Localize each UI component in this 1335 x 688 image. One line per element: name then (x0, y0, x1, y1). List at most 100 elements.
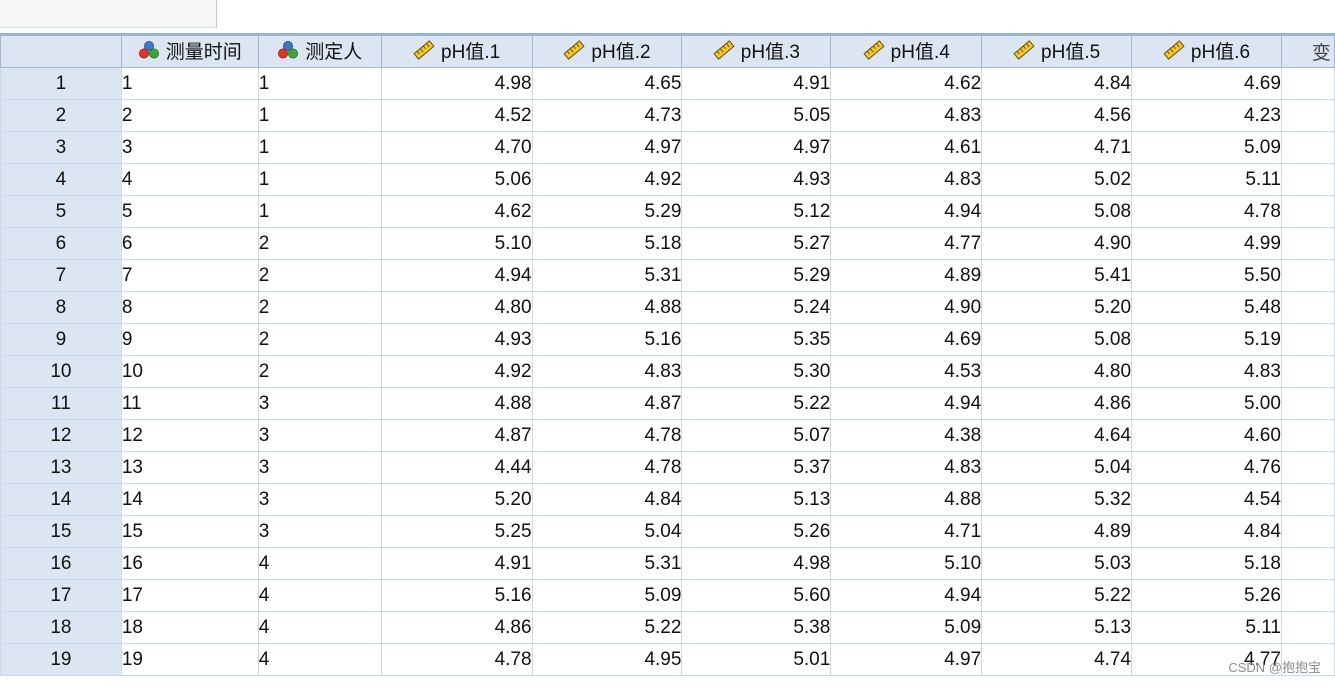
data-cell[interactable]: 5.12 (681, 195, 832, 228)
data-cell[interactable]: 4.77 (830, 227, 983, 260)
data-cell[interactable]: 4.78 (1131, 195, 1282, 228)
data-cell[interactable]: 5.26 (681, 515, 832, 548)
data-cell[interactable]: 5.24 (681, 291, 832, 324)
column-header[interactable]: pH值.2 (531, 35, 683, 68)
data-cell[interactable]: 5.11 (1131, 611, 1282, 644)
data-cell[interactable]: 5.02 (981, 163, 1133, 196)
column-header[interactable]: pH值.1 (380, 35, 533, 68)
data-cell-empty[interactable] (1280, 99, 1335, 132)
data-cell[interactable]: 5.22 (981, 579, 1133, 612)
data-cell[interactable]: 4 (257, 643, 382, 676)
data-cell[interactable]: 5.31 (531, 547, 683, 580)
data-cell[interactable]: 4.97 (531, 131, 683, 164)
data-cell[interactable]: 2 (257, 291, 382, 324)
data-cell[interactable]: 4.62 (380, 195, 533, 228)
row-number[interactable]: 8 (0, 291, 122, 324)
row-number[interactable]: 6 (0, 227, 122, 260)
row-number[interactable]: 9 (0, 323, 122, 356)
data-cell[interactable]: 4.62 (830, 67, 983, 100)
data-cell[interactable]: 4.83 (830, 163, 983, 196)
grid-corner[interactable] (0, 35, 122, 68)
data-cell-empty[interactable] (1280, 451, 1335, 484)
data-cell[interactable]: 4.90 (830, 291, 983, 324)
data-cell[interactable]: 5.26 (1131, 579, 1282, 612)
data-cell[interactable]: 5.50 (1131, 259, 1282, 292)
data-cell[interactable]: 19 (120, 643, 259, 676)
row-number[interactable]: 10 (0, 355, 122, 388)
data-cell[interactable]: 5.20 (380, 483, 533, 516)
data-cell[interactable]: 4.52 (380, 99, 533, 132)
data-cell[interactable]: 5.30 (681, 355, 832, 388)
data-cell[interactable]: 4.87 (531, 387, 683, 420)
data-cell[interactable]: 5.03 (981, 547, 1133, 580)
row-number[interactable]: 2 (0, 99, 122, 132)
data-cell[interactable]: 5.00 (1131, 387, 1282, 420)
data-cell[interactable]: 4.92 (531, 163, 683, 196)
data-cell[interactable]: 4.84 (1131, 515, 1282, 548)
data-cell[interactable]: 5.32 (981, 483, 1133, 516)
column-header-partial[interactable]: 变 (1280, 35, 1335, 68)
data-cell[interactable]: 4.91 (380, 547, 533, 580)
data-cell[interactable]: 5.04 (981, 451, 1133, 484)
row-number[interactable]: 17 (0, 579, 122, 612)
data-cell[interactable]: 5.41 (981, 259, 1133, 292)
column-header[interactable]: pH值.5 (981, 35, 1133, 68)
data-cell[interactable]: 4.78 (531, 451, 683, 484)
data-cell[interactable]: 18 (120, 611, 259, 644)
data-cell[interactable]: 4.76 (1131, 451, 1282, 484)
data-cell[interactable]: 5.04 (531, 515, 683, 548)
data-cell[interactable]: 3 (120, 131, 259, 164)
data-cell[interactable]: 5.08 (981, 323, 1133, 356)
data-cell[interactable]: 15 (120, 515, 259, 548)
data-cell[interactable]: 5.22 (531, 611, 683, 644)
data-cell-empty[interactable] (1280, 611, 1335, 644)
data-cell[interactable]: 5.22 (681, 387, 832, 420)
data-cell[interactable]: 5.35 (681, 323, 832, 356)
data-cell[interactable]: 4.74 (981, 643, 1133, 676)
data-cell[interactable]: 4.93 (681, 163, 832, 196)
data-cell[interactable]: 4.94 (830, 579, 983, 612)
data-cell[interactable]: 5.08 (981, 195, 1133, 228)
data-cell[interactable]: 9 (120, 323, 259, 356)
data-cell[interactable]: 3 (257, 387, 382, 420)
data-cell[interactable]: 4.86 (981, 387, 1133, 420)
data-cell[interactable]: 5.16 (531, 323, 683, 356)
data-cell[interactable]: 4.83 (1131, 355, 1282, 388)
data-cell[interactable]: 4.69 (1131, 67, 1282, 100)
data-cell[interactable]: 5.13 (981, 611, 1133, 644)
data-cell[interactable]: 3 (257, 483, 382, 516)
data-cell[interactable]: 5.09 (830, 611, 983, 644)
data-cell[interactable]: 4 (257, 579, 382, 612)
data-cell[interactable]: 4.87 (380, 419, 533, 452)
data-cell[interactable]: 5.05 (681, 99, 832, 132)
data-cell[interactable]: 4.92 (380, 355, 533, 388)
data-cell[interactable]: 5.01 (681, 643, 832, 676)
data-cell-empty[interactable] (1280, 163, 1335, 196)
row-number[interactable]: 19 (0, 643, 122, 676)
column-header[interactable]: 测定人 (257, 35, 382, 68)
data-cell[interactable]: 12 (120, 419, 259, 452)
row-number[interactable]: 5 (0, 195, 122, 228)
data-cell[interactable]: 1 (257, 163, 382, 196)
row-number[interactable]: 15 (0, 515, 122, 548)
data-cell[interactable]: 5.38 (681, 611, 832, 644)
data-cell[interactable]: 5.18 (1131, 547, 1282, 580)
data-cell[interactable]: 4.54 (1131, 483, 1282, 516)
data-cell[interactable]: 14 (120, 483, 259, 516)
row-number[interactable]: 18 (0, 611, 122, 644)
data-cell[interactable]: 2 (257, 323, 382, 356)
data-cell[interactable]: 5.25 (380, 515, 533, 548)
data-cell[interactable]: 4.80 (380, 291, 533, 324)
data-cell[interactable]: 5.37 (681, 451, 832, 484)
data-cell[interactable]: 1 (257, 67, 382, 100)
data-cell[interactable]: 2 (257, 227, 382, 260)
data-cell[interactable]: 5.16 (380, 579, 533, 612)
data-cell[interactable]: 5.07 (681, 419, 832, 452)
data-cell[interactable]: 4.44 (380, 451, 533, 484)
data-cell[interactable]: 4.91 (681, 67, 832, 100)
data-cell[interactable]: 4.83 (830, 99, 983, 132)
data-cell[interactable]: 17 (120, 579, 259, 612)
data-cell[interactable]: 4.60 (1131, 419, 1282, 452)
data-cell-empty[interactable] (1280, 483, 1335, 516)
data-cell[interactable]: 4.78 (531, 419, 683, 452)
